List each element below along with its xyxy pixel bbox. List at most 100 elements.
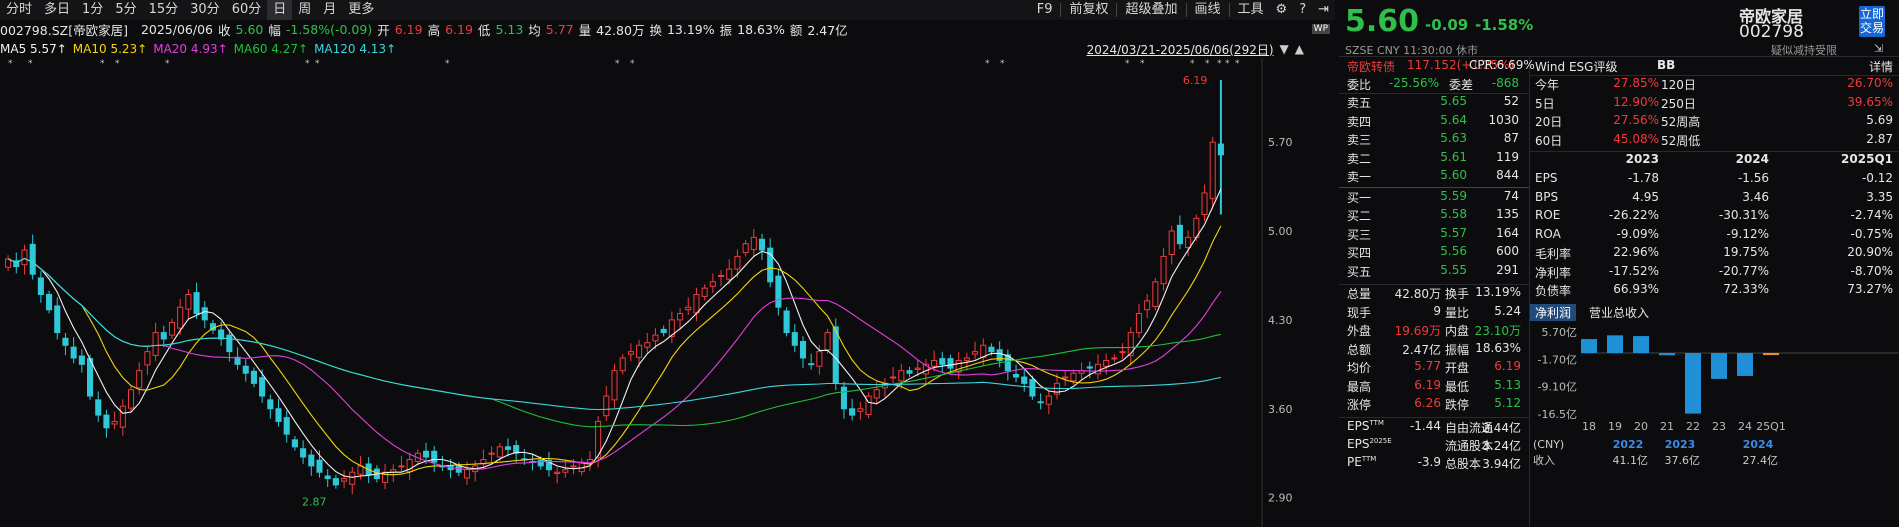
- fin-metric-value: -1.56: [1737, 171, 1769, 185]
- bid-row[interactable]: 买二 5.58 135: [1339, 207, 1529, 225]
- event-marker[interactable]: *: [1125, 59, 1130, 69]
- candle-body: [422, 450, 430, 458]
- period-1min[interactable]: 1分: [76, 0, 109, 20]
- stat-value: 42.80万: [1394, 287, 1441, 301]
- avg-label: 均: [528, 22, 541, 38]
- event-marker[interactable]: *: [1190, 59, 1195, 69]
- event-marker[interactable]: *: [8, 59, 13, 69]
- ask-row[interactable]: 卖四 5.64 1030: [1339, 113, 1529, 131]
- event-marker[interactable]: *: [115, 59, 120, 69]
- candle-body: [398, 465, 405, 468]
- fin-metric-value: 3.35: [1866, 189, 1893, 204]
- candle-body: [709, 281, 716, 287]
- period-more[interactable]: 更多: [342, 0, 380, 20]
- perf-value: 2.87: [1866, 131, 1893, 146]
- bid-row[interactable]: 买五 5.55 291: [1339, 263, 1529, 281]
- dropdown-icon[interactable]: ▼: [1280, 42, 1289, 56]
- period-5min[interactable]: 5分: [109, 0, 142, 20]
- candle-body: [1012, 373, 1020, 378]
- candle-body: [29, 243, 36, 275]
- bond-label[interactable]: 帝欧转债: [1347, 58, 1395, 75]
- period-week[interactable]: 周: [292, 0, 317, 20]
- candle-body: [218, 329, 225, 340]
- event-marker[interactable]: *: [985, 59, 990, 69]
- ask-row[interactable]: 卖五 5.65 52: [1339, 94, 1529, 112]
- event-marker[interactable]: *: [445, 59, 450, 69]
- profit-bar-chart[interactable]: 5.70亿 -1.70亿 -9.10亿 -16.5亿 18 19 20 21 22 23 24 25Q…: [1529, 326, 1899, 527]
- stat-label: 现手: [1347, 305, 1372, 320]
- settings-icon[interactable]: ⚙: [1270, 0, 1294, 20]
- candle-body: [1021, 376, 1028, 384]
- y-tick-label: 5.00: [1268, 225, 1293, 238]
- avg-value: 5.77: [545, 21, 574, 37]
- divider: [1339, 416, 1529, 418]
- revenue-value: 37.6亿: [1665, 454, 1701, 467]
- candle-body: [832, 326, 839, 384]
- candle-body: [808, 363, 815, 366]
- event-marker[interactable]: *: [1205, 59, 1210, 69]
- fuquan-button[interactable]: 前复权: [1063, 0, 1114, 20]
- event-marker[interactable]: *: [1225, 59, 1230, 69]
- book-price: 5.58: [1440, 207, 1467, 221]
- candle-body: [726, 268, 733, 280]
- eps-label: EPS2025E: [1347, 436, 1392, 451]
- collapse-up-icon[interactable]: ▲: [1295, 42, 1304, 56]
- ask-row[interactable]: 卖三 5.63 87: [1339, 131, 1529, 149]
- tab-net-profit[interactable]: 净利润: [1530, 303, 1577, 321]
- ask-row[interactable]: 卖二 5.61 119: [1339, 150, 1529, 168]
- book-volume: 135: [1496, 207, 1519, 221]
- tab-revenue[interactable]: 营业总收入: [1589, 304, 1649, 321]
- candle-body: [537, 459, 544, 467]
- event-marker[interactable]: *: [28, 59, 33, 69]
- tools-button[interactable]: 工具: [1232, 0, 1270, 20]
- draw-button[interactable]: 画线: [1189, 0, 1227, 20]
- book-price: 5.61: [1440, 149, 1467, 164]
- stat-value: 9: [1433, 303, 1441, 318]
- candle-body: [308, 454, 315, 467]
- esg-detail-link[interactable]: 详情: [1869, 58, 1893, 75]
- event-marker[interactable]: *: [1217, 59, 1222, 69]
- bid-row[interactable]: 买一 5.59 74: [1339, 189, 1529, 207]
- period-multiday[interactable]: 多日: [38, 0, 76, 20]
- fin-metric-value: 19.75%: [1723, 245, 1769, 259]
- fin-metric-label: ROA: [1535, 226, 1561, 241]
- event-marker[interactable]: *: [630, 59, 635, 69]
- event-marker[interactable]: *: [1000, 59, 1005, 69]
- help-icon[interactable]: ?: [1293, 0, 1312, 20]
- event-marker[interactable]: *: [1235, 59, 1240, 69]
- event-marker[interactable]: *: [165, 59, 170, 69]
- perf-label: 今年: [1535, 78, 1560, 92]
- event-marker[interactable]: *: [100, 59, 105, 69]
- event-marker[interactable]: *: [305, 59, 310, 69]
- event-marker[interactable]: *: [315, 59, 320, 69]
- window-icon[interactable]: WP: [1311, 24, 1330, 34]
- period-15min[interactable]: 15分: [143, 0, 185, 20]
- collapse-icon[interactable]: ⇥: [1312, 0, 1335, 20]
- period-60min[interactable]: 60分: [226, 0, 268, 20]
- period-30min[interactable]: 30分: [184, 0, 226, 20]
- bid-row[interactable]: 买三 5.57 164: [1339, 226, 1529, 244]
- period-intraday[interactable]: 分时: [0, 0, 38, 20]
- candle-body: [570, 465, 577, 468]
- profit-bar: [1581, 338, 1597, 353]
- f9-button[interactable]: F9: [1031, 0, 1059, 20]
- ask-row[interactable]: 卖一 5.60 844: [1339, 168, 1529, 186]
- candle-body: [914, 367, 921, 370]
- candle-body: [87, 358, 94, 397]
- candle-body: [1119, 351, 1126, 354]
- date-range[interactable]: 2024/03/21-2025/06/06(292日): [1087, 41, 1274, 58]
- bid-row[interactable]: 买四 5.56 600: [1339, 244, 1529, 262]
- trade-button[interactable]: 立即交易: [1859, 6, 1885, 37]
- candle-body: [717, 274, 725, 277]
- period-month[interactable]: 月: [317, 0, 342, 20]
- expand-icon[interactable]: ⇲: [1874, 42, 1883, 55]
- candle-body: [62, 337, 69, 346]
- event-marker[interactable]: *: [1140, 59, 1145, 69]
- period-day[interactable]: 日: [267, 0, 293, 20]
- kline-chart[interactable]: 5.705.004.303.602.90* * * * * * * * * * * * * * * * * * *6…: [0, 58, 1335, 527]
- overlay-button[interactable]: 超级叠加: [1119, 0, 1183, 20]
- mini-x-tick: 22: [1686, 420, 1700, 433]
- perf-value: 26.70%: [1847, 76, 1893, 90]
- event-marker[interactable]: *: [615, 59, 620, 69]
- divider: [1339, 186, 1529, 188]
